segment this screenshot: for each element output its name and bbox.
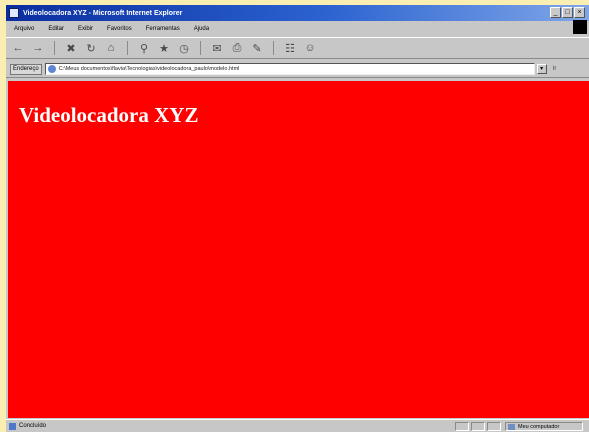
ie-icon: [9, 8, 19, 18]
menu-ferramentas[interactable]: Ferramentas: [146, 26, 180, 32]
home-icon[interactable]: ⌂: [103, 41, 119, 55]
window-controls: _ □ ×: [550, 7, 585, 18]
menu-arquivo[interactable]: Arquivo: [14, 26, 34, 32]
status-panel: [471, 422, 485, 431]
history-icon[interactable]: ◷: [176, 41, 192, 55]
toolbar-separator: [273, 41, 274, 55]
toolbar-separator: [127, 41, 128, 55]
go-button[interactable]: Ir: [553, 66, 557, 72]
address-value[interactable]: C:\Meus documentos\flavia\Tecnologias\vi…: [59, 66, 240, 72]
refresh-icon[interactable]: ↻: [83, 41, 99, 55]
messenger-icon[interactable]: ☺: [302, 41, 318, 55]
favorites-icon[interactable]: ★: [156, 41, 172, 55]
done-page-icon: [9, 422, 16, 430]
menu-favoritos[interactable]: Favoritos: [107, 26, 132, 32]
toolbar-separator: [200, 41, 201, 55]
menu-exibir[interactable]: Exibir: [78, 26, 93, 32]
search-icon[interactable]: ⚲: [136, 41, 152, 55]
address-dropdown-button[interactable]: ▾: [536, 64, 547, 74]
status-panel: [487, 422, 501, 431]
window-title: Videolocadora XYZ - Microsoft Internet E…: [23, 9, 183, 17]
toolbar-separator: [54, 41, 55, 55]
maximize-button[interactable]: □: [562, 7, 573, 18]
status-panel: [455, 422, 469, 431]
computer-icon: [508, 423, 515, 430]
address-input[interactable]: C:\Meus documentos\flavia\Tecnologias\vi…: [44, 63, 535, 75]
status-bar: Concluído Meu computador: [6, 419, 589, 432]
close-button[interactable]: ×: [574, 7, 585, 18]
address-bar: Endereço C:\Meus documentos\flavia\Tecno…: [6, 61, 589, 78]
menu-bar: Arquivo Editar Exibir Favoritos Ferramen…: [6, 22, 589, 36]
discuss-icon[interactable]: ☷: [282, 41, 298, 55]
page-icon: [47, 65, 56, 73]
edit-icon[interactable]: ✎: [249, 41, 265, 55]
stop-icon[interactable]: ✖: [63, 41, 79, 55]
page-heading: Videolocadora XYZ: [19, 103, 199, 127]
mail-icon[interactable]: ✉: [209, 41, 225, 55]
print-icon[interactable]: ⎙: [229, 41, 245, 55]
standard-toolbar: ← → ✖ ↻ ⌂ ⚲ ★ ◷ ✉ ⎙ ✎ ☷ ☺: [6, 37, 589, 59]
address-label: Endereço: [10, 63, 42, 75]
title-bar[interactable]: Videolocadora XYZ - Microsoft Internet E…: [6, 5, 589, 21]
minimize-button[interactable]: _: [550, 7, 561, 18]
menu-editar[interactable]: Editar: [48, 26, 64, 32]
page-content: Videolocadora XYZ: [8, 81, 589, 418]
back-icon[interactable]: ←: [10, 41, 26, 55]
zone-text: Meu computador: [518, 423, 560, 430]
status-text: Concluído: [19, 423, 47, 429]
browser-window: Videolocadora XYZ - Microsoft Internet E…: [6, 5, 589, 432]
windows-logo-icon: [573, 20, 587, 34]
security-zone: Meu computador: [505, 422, 583, 431]
forward-icon[interactable]: →: [30, 41, 46, 55]
menu-ajuda[interactable]: Ajuda: [194, 26, 209, 32]
status-panels: [455, 422, 501, 431]
